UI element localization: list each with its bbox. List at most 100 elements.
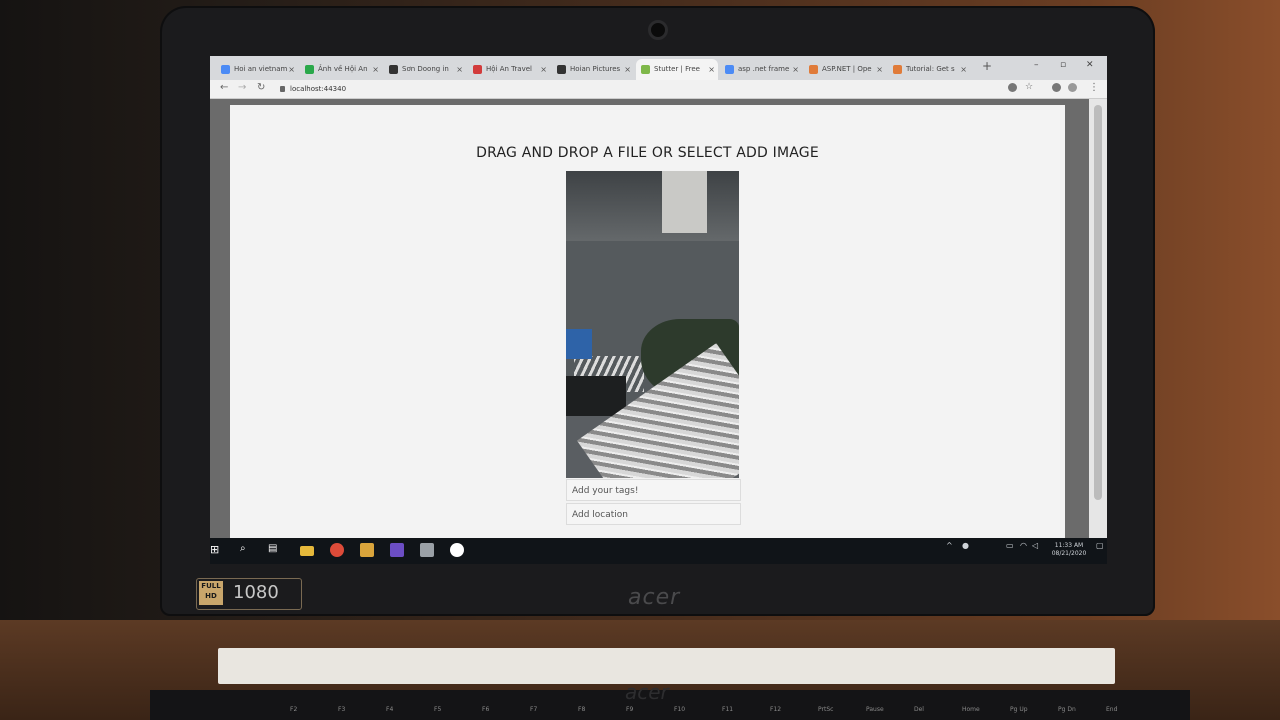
- reload-icon[interactable]: ↻: [257, 82, 265, 93]
- acer-logo: acer: [628, 585, 681, 610]
- hd-label: FULL HD: [199, 581, 223, 605]
- keyboard-key: End: [1106, 706, 1118, 713]
- tab-close-icon[interactable]: ×: [876, 59, 883, 80]
- extension-icon[interactable]: [1008, 83, 1017, 92]
- keyboard-key: F4: [386, 706, 394, 713]
- browser-tab[interactable]: ASP.NET | Ope ×: [804, 59, 886, 80]
- new-tab-button[interactable]: +: [982, 59, 992, 73]
- battery-icon[interactable]: ▭: [1006, 542, 1014, 550]
- browser-tab[interactable]: asp .net frame ×: [720, 59, 802, 80]
- keyboard-key: Del: [914, 706, 924, 713]
- tab-favicon-icon: [473, 65, 482, 74]
- tags-input[interactable]: Add your tags!: [566, 479, 741, 501]
- profile-avatar-icon[interactable]: [1068, 83, 1077, 92]
- browser-tab[interactable]: Stutter | Free ×: [636, 59, 718, 80]
- tray-chevron-icon[interactable]: ^: [946, 542, 953, 550]
- resolution-label: 1080: [233, 582, 279, 603]
- webcam: [648, 20, 668, 40]
- upload-modal: DRAG AND DROP A FILE OR SELECT ADD IMAGE…: [230, 105, 1065, 541]
- tab-favicon-icon: [557, 65, 566, 74]
- tab-label: Ảnh về Hội An: [318, 65, 368, 73]
- chrome-icon[interactable]: [330, 543, 344, 557]
- bookmark-star-icon[interactable]: ☆: [1025, 82, 1033, 92]
- tab-label: Sơn Doong in: [402, 65, 449, 73]
- wifi-icon[interactable]: ◠: [1020, 542, 1027, 550]
- keyboard-key: F11: [722, 706, 734, 713]
- keyboard-top-row: F2 F3 F4 F5 F6 F7 F8 F9 F10 F11 F12 PrtSc Pause Del Ho…: [150, 690, 1190, 720]
- browser-tab[interactable]: Hoian Pictures ×: [552, 59, 634, 80]
- tab-label: asp .net frame: [738, 65, 790, 73]
- visual-studio-icon[interactable]: [390, 543, 404, 557]
- keyboard-key: F3: [338, 706, 346, 713]
- tab-favicon-icon: [305, 65, 314, 74]
- forward-icon[interactable]: →: [238, 82, 246, 93]
- tab-favicon-icon: [725, 65, 734, 74]
- page-scrollbar[interactable]: [1089, 99, 1107, 544]
- keyboard-key: F7: [530, 706, 538, 713]
- browser-tab[interactable]: Hoi an vietnam ×: [216, 59, 298, 80]
- tab-close-icon[interactable]: ×: [624, 59, 631, 80]
- zalo-icon[interactable]: [450, 543, 464, 557]
- laptop-screen: Hoi an vietnam × Ảnh về Hội An × Sơn Doong i…: [210, 56, 1107, 564]
- keyboard-key: Pg Up: [1010, 706, 1028, 713]
- app-icon[interactable]: [420, 543, 434, 557]
- tab-close-icon[interactable]: ×: [708, 59, 715, 80]
- volume-icon[interactable]: ◁: [1032, 542, 1038, 550]
- tab-close-icon[interactable]: ×: [288, 59, 295, 80]
- windows-taskbar: ⊞ ⌕ ▤ ^ ● ▭ ◠ ◁ 11:33 AM 08/21/2020 ▢: [210, 538, 1107, 564]
- full-hd-badge: FULL HD 1080: [196, 578, 302, 610]
- keyboard-key: F10: [674, 706, 686, 713]
- location-input[interactable]: Add location: [566, 503, 741, 525]
- tab-close-icon[interactable]: ×: [792, 59, 799, 80]
- browser-tab[interactable]: Sơn Doong in ×: [384, 59, 466, 80]
- extension-puzzle-icon[interactable]: [1052, 83, 1061, 92]
- tab-favicon-icon: [221, 65, 230, 74]
- modal-title: DRAG AND DROP A FILE OR SELECT ADD IMAGE: [476, 145, 819, 161]
- browser-tab-bar: Hoi an vietnam × Ảnh về Hội An × Sơn Doong i…: [210, 56, 1107, 80]
- tab-close-icon[interactable]: ×: [372, 59, 379, 80]
- browser-toolbar: ← → ↻ localhost:44340 ☆ ⋮: [210, 80, 1107, 99]
- tab-label: ASP.NET | Ope: [822, 65, 872, 73]
- clock-date: 08/21/2020: [1051, 550, 1087, 557]
- menu-kebab-icon[interactable]: ⋮: [1089, 82, 1099, 93]
- start-windows-icon[interactable]: ⊞: [210, 543, 224, 557]
- keyboard-key: F9: [626, 706, 634, 713]
- tab-label: Tutorial: Get s: [906, 65, 955, 73]
- keyboard-key: Home: [962, 706, 980, 713]
- lock-icon: [280, 86, 285, 92]
- keyboard-key: F2: [290, 706, 298, 713]
- close-window-icon[interactable]: ✕: [1086, 60, 1094, 70]
- tab-label: Hội An Travel: [486, 65, 532, 73]
- keyboard-key: PrtSc: [818, 706, 834, 713]
- notification-icon[interactable]: ▢: [1096, 542, 1104, 550]
- scrollbar-thumb[interactable]: [1094, 105, 1102, 500]
- image-preview[interactable]: [566, 171, 739, 478]
- browser-tab[interactable]: Tutorial: Get s ×: [888, 59, 970, 80]
- browser-tab[interactable]: Hội An Travel ×: [468, 59, 550, 80]
- tab-label: Stutter | Free: [654, 65, 700, 73]
- keyboard-key: F5: [434, 706, 442, 713]
- tab-label: Hoian Pictures: [570, 65, 621, 73]
- maximize-icon[interactable]: ▫: [1060, 60, 1066, 70]
- browser-tab[interactable]: Ảnh về Hội An ×: [300, 59, 382, 80]
- url-text: localhost:44340: [290, 85, 347, 93]
- laptop-hinge: [218, 648, 1115, 684]
- task-view-icon[interactable]: ▤: [268, 543, 282, 557]
- minimize-icon[interactable]: –: [1034, 60, 1039, 70]
- tab-close-icon[interactable]: ×: [456, 59, 463, 80]
- acer-logo-reflection: acer: [625, 680, 669, 704]
- tray-apps-icon[interactable]: ●: [962, 542, 969, 550]
- tab-close-icon[interactable]: ×: [960, 59, 967, 80]
- address-bar[interactable]: localhost:44340: [280, 83, 980, 95]
- file-explorer-icon[interactable]: [300, 546, 314, 556]
- back-icon[interactable]: ←: [220, 82, 228, 93]
- tab-favicon-icon: [641, 65, 650, 74]
- tab-close-icon[interactable]: ×: [540, 59, 547, 80]
- search-icon[interactable]: ⌕: [240, 543, 254, 557]
- keyboard-key: Pg Dn: [1058, 706, 1076, 713]
- keyboard-key: F6: [482, 706, 490, 713]
- sticky-notes-icon[interactable]: [360, 543, 374, 557]
- tab-favicon-icon: [893, 65, 902, 74]
- web-page: DRAG AND DROP A FILE OR SELECT ADD IMAGE…: [210, 99, 1107, 544]
- clock[interactable]: 11:33 AM 08/21/2020: [1044, 542, 1094, 558]
